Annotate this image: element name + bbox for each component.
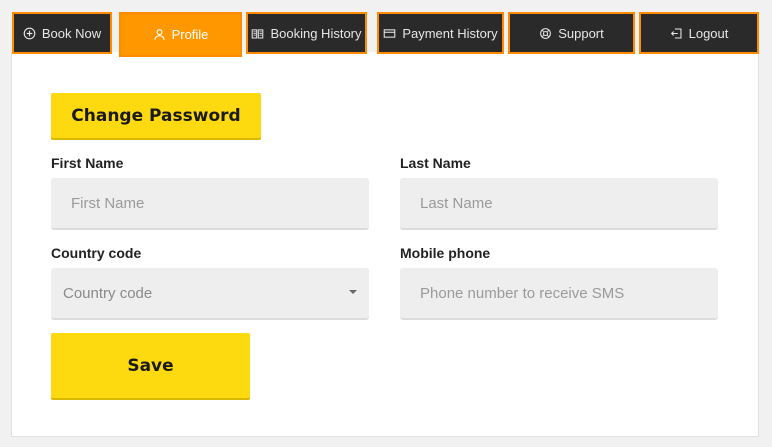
first-name-field[interactable] [51,178,369,230]
tab-book-now[interactable]: Book Now [12,12,112,54]
tab-label: Logout [688,25,729,41]
support-icon [539,27,552,40]
logout-icon [670,27,683,40]
change-password-button[interactable]: Change Password [51,93,261,138]
mobile-phone-label: Mobile phone [400,245,491,261]
tab-profile[interactable]: Profile [119,12,242,57]
last-name-label: Last Name [400,155,471,171]
caret-down-icon [349,290,357,294]
last-name-field[interactable] [400,178,718,230]
plus-circle-icon [23,27,36,40]
tab-label: Payment History [402,25,498,41]
first-name-label: First Name [51,155,124,171]
tab-label: Book Now [41,25,102,41]
tab-support[interactable]: Support [508,12,635,54]
tab-label: Profile [171,27,209,42]
tab-label: Booking History [270,25,362,41]
country-code-label: Country code [51,245,142,261]
country-code-select[interactable]: Country code [51,268,369,320]
tab-payment-history[interactable]: Payment History [377,12,504,54]
save-button[interactable]: Save [51,333,250,398]
card-icon [383,27,396,40]
user-icon [153,28,166,41]
book-icon [251,27,264,40]
tab-label: Support [558,25,604,41]
country-code-selected: Country code [63,284,153,302]
mobile-phone-field[interactable] [400,268,718,320]
tab-booking-history[interactable]: Booking History [246,12,367,54]
tab-logout[interactable]: Logout [639,12,759,54]
